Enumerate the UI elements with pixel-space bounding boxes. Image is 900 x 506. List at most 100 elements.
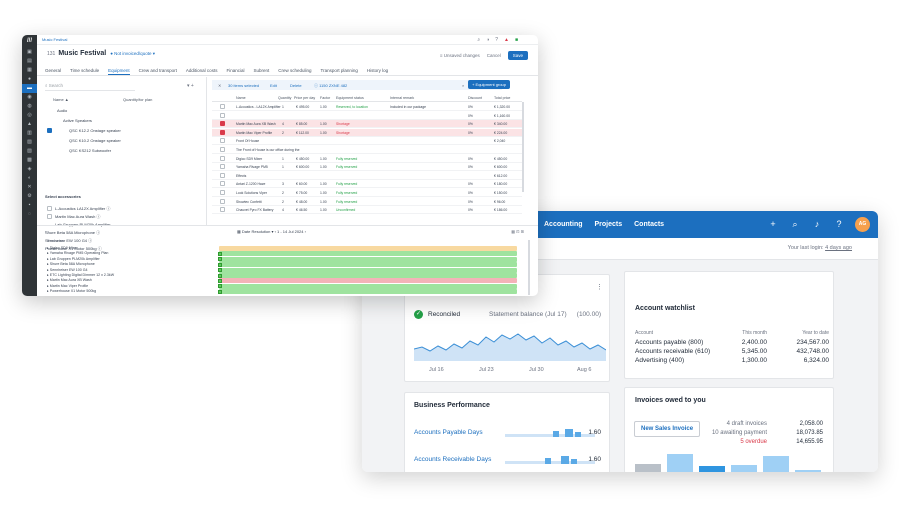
notifications-icon[interactable]: ▲: [504, 37, 509, 43]
bell-icon[interactable]: ♪: [811, 215, 823, 233]
timeline-resource-label[interactable]: ▸ Powerhouse X1 Motor 500kg: [47, 289, 96, 293]
timeline-toolbar[interactable]: ▦ Date Resolution ▾ ‹ 1 - 14 Jul 2024 ›: [237, 229, 306, 234]
tree-item[interactable]: QSC KS212 Subwoofer: [69, 148, 111, 153]
filter-icon[interactable]: ▾ +: [187, 83, 194, 89]
nav-calendar-icon[interactable]: ▤: [22, 57, 37, 66]
nav-projects-icon[interactable]: ▬: [22, 84, 37, 93]
last-login-value[interactable]: 4 days ago: [825, 245, 852, 251]
delete-button[interactable]: Delete: [290, 83, 302, 88]
row-checkbox[interactable]: [220, 181, 225, 187]
cell-status[interactable]: Reserved, to location: [336, 105, 368, 109]
timeline-bar[interactable]: [219, 256, 517, 262]
collapse-icon[interactable]: ‹ ›: [45, 229, 49, 234]
row-checkbox[interactable]: [220, 138, 225, 144]
table-row[interactable]: Yamaha Rivage PM5 1 € 600.00 1.00 Fully rese…: [212, 163, 522, 172]
col-header[interactable]: Factor: [320, 96, 330, 100]
nav-dashboard-icon[interactable]: ▣: [22, 48, 37, 57]
cell-status[interactable]: Fully reserved: [336, 165, 357, 169]
nav-help-icon[interactable]: ◌: [22, 210, 37, 219]
timeline-bar[interactable]: [219, 273, 517, 278]
row-checkbox[interactable]: [220, 190, 225, 195]
nav-globe-icon[interactable]: ◐: [22, 174, 37, 183]
watchlist-row[interactable]: Accounts receivable (610) 5,345.00 432,7…: [635, 348, 829, 357]
nav-transport-icon[interactable]: ▲: [22, 120, 37, 129]
scrollbar[interactable]: [528, 240, 530, 295]
checkbox[interactable]: [47, 206, 52, 211]
cell-status[interactable]: Shortage: [336, 131, 350, 135]
table-row[interactable]: L-Acoustics - LA12X Amplifier 1 € 495.00 1.…: [212, 103, 522, 111]
nav-accounting[interactable]: Accounting: [544, 221, 583, 228]
nav-planner-icon[interactable]: ◈: [22, 165, 37, 174]
table-row[interactable]: Antari Z-1200 Haze 3 € 60.00 1.00 Fully rese…: [212, 180, 522, 189]
nav-contacts[interactable]: Contacts: [634, 221, 664, 228]
nav-tools-icon[interactable]: ✕: [22, 183, 37, 192]
close-icon[interactable]: ✕: [218, 83, 221, 88]
accessory-item[interactable]: Martin Mac Aura Wash ⓘ: [55, 214, 100, 220]
help-icon[interactable]: ?: [833, 215, 845, 233]
cell-status[interactable]: Shortage: [336, 122, 350, 126]
nav-reports-icon[interactable]: ▧: [22, 138, 37, 147]
timeline-resource-label[interactable]: ▸ Sennheiser EW 100 G4: [47, 268, 88, 272]
nav-projects[interactable]: Projects: [595, 221, 623, 228]
settings-icon[interactable]: ▦ ⊡ ⊞: [511, 229, 524, 234]
col-header[interactable]: Name: [236, 96, 246, 100]
checkbox[interactable]: [47, 214, 52, 219]
search-icon[interactable]: ⌕: [477, 37, 480, 43]
col-header[interactable]: Total price: [494, 96, 510, 100]
contrast-icon[interactable]: ◑: [486, 37, 489, 43]
edit-button[interactable]: Edit: [270, 83, 277, 88]
avatar[interactable]: AG: [855, 216, 870, 232]
tab-transport-planning[interactable]: Transport planning: [321, 66, 358, 75]
tab-general[interactable]: General: [45, 66, 61, 75]
cancel-button[interactable]: Cancel: [487, 53, 501, 58]
timeline-bar[interactable]: [219, 251, 517, 257]
project-status[interactable]: ● Not invoiced/quote ▾: [110, 51, 155, 56]
tab-subrent[interactable]: Subrent: [253, 66, 269, 75]
save-button[interactable]: Save: [507, 51, 528, 60]
nav-inbox-icon[interactable]: ▦: [22, 66, 37, 75]
timeline-resource-label[interactable]: ▸ Martin Mac Aura XB Wash: [47, 278, 92, 282]
performance-row-label[interactable]: Accounts Payable Days: [414, 429, 483, 436]
tab-crew-transport[interactable]: Crew and transport: [139, 66, 177, 75]
tab-equipment[interactable]: Equipment: [108, 66, 130, 75]
table-row[interactable]: 0% € 1,160.00: [212, 112, 522, 120]
help-icon[interactable]: ?: [495, 37, 498, 43]
table-row[interactable]: Digico SD9 Mixer 1 € 450.00 1.00 Fully reser…: [212, 155, 522, 163]
scrollbar[interactable]: [522, 102, 524, 192]
nav-warehouse-icon[interactable]: ▩: [22, 156, 37, 165]
table-row[interactable]: Look Solutions Viper 2 € 75.00 1.00 Fully re…: [212, 189, 522, 197]
cell-status[interactable]: Fully reserved: [336, 191, 357, 195]
tab-financial[interactable]: Financial: [226, 66, 244, 75]
cell-status[interactable]: Fully reserved: [336, 200, 357, 204]
invoice-stat-row[interactable]: 4 draft invoices 2,058.00: [703, 421, 823, 430]
breadcrumb[interactable]: Music Festival: [42, 37, 67, 42]
tree-item[interactable]: QSC K10.2 Onstage speaker: [69, 138, 121, 143]
nav-invoices-icon[interactable]: ▥: [22, 129, 37, 138]
nav-users-icon[interactable]: ●: [22, 75, 37, 84]
nav-chart-icon[interactable]: ▪: [22, 201, 37, 210]
timeline-bar[interactable]: [219, 278, 517, 284]
nav-truck-icon[interactable]: ▨: [22, 147, 37, 156]
more-options-icon[interactable]: ⋮: [596, 283, 603, 291]
cell-status[interactable]: Fully reserved: [336, 182, 357, 186]
timeline-bar[interactable]: [219, 283, 517, 289]
row-checkbox[interactable]: [220, 147, 225, 152]
invoice-stat-row[interactable]: 5 overdue 14,655.95: [703, 439, 823, 448]
user-status-icon[interactable]: ■: [515, 37, 518, 43]
timeline-bar[interactable]: [219, 267, 517, 273]
timeline-resource-label[interactable]: ▸ Digico SD9 Mixer: [47, 246, 78, 250]
col-header[interactable]: Price per day: [294, 96, 315, 100]
search-icon[interactable]: ⌕: [462, 83, 464, 88]
timeline-bar[interactable]: [219, 246, 517, 251]
row-checkbox[interactable]: [220, 129, 225, 135]
timeline-bar[interactable]: [219, 289, 517, 295]
cell-status[interactable]: Unconfirmed: [336, 208, 355, 212]
nav-equipment-icon[interactable]: ◍: [22, 102, 37, 111]
tab-time-schedule[interactable]: Time schedule: [70, 66, 99, 75]
watchlist-row[interactable]: Advertising (400) 1,300.00 6,324.00: [635, 357, 829, 366]
search-input[interactable]: ⌕ Search: [45, 83, 135, 91]
table-row[interactable]: Chauvet Pyro FX Battery 4 € 46.50 1.00 Uncon…: [212, 206, 522, 215]
col-header[interactable]: Discount: [468, 96, 482, 100]
timeline-resource-label[interactable]: ▸ Martin Mac Viper Profile: [47, 284, 88, 288]
tab-history-log[interactable]: History log: [367, 66, 388, 75]
